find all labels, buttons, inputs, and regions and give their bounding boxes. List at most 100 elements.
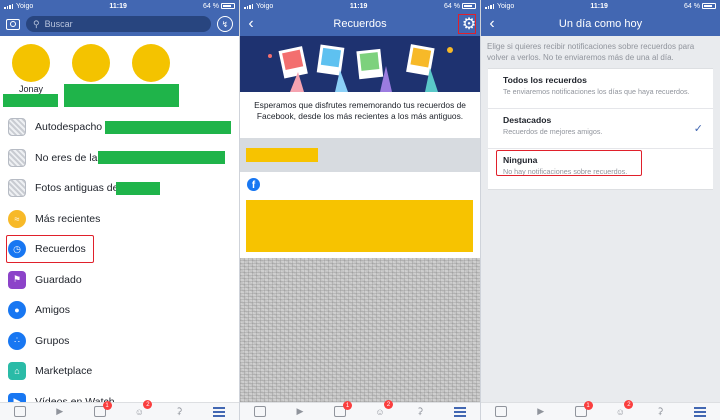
avatar[interactable]: [132, 44, 170, 82]
battery-percent: 64 %: [684, 2, 700, 10]
notification-settings-screen: Yoigo 11:19 64 % ‹ Un día como hoy Elige…: [481, 0, 720, 420]
thumbnail-icon: [8, 179, 26, 198]
battery-icon: [221, 3, 235, 9]
clock: 11:19: [349, 2, 368, 10]
groups-tab[interactable]: ☺ 2: [133, 400, 153, 417]
tab-bar: ▶ 1 ☺ 2 ⚳: [481, 400, 720, 420]
option-destacados[interactable]: Destacados Recuerdos de mejores amigos. …: [488, 109, 713, 149]
tab-bar: ▶ 1 ☺ 2 ⚳: [240, 400, 480, 420]
menu-item-guardado[interactable]: ⚑ Guardado: [0, 265, 239, 296]
option-title: Todos los recuerdos: [503, 75, 587, 85]
news-feed-tab[interactable]: [254, 406, 266, 417]
highlight-box: [458, 14, 476, 34]
menu-icon[interactable]: [454, 406, 466, 417]
menu-icon[interactable]: [694, 406, 707, 417]
bell-icon[interactable]: ⚳: [654, 406, 666, 417]
screenshot-collage: Yoigo 11:19 64 % ⚲ Buscar ↯ Jonay Autode…: [0, 0, 720, 420]
search-input[interactable]: ⚲ Buscar: [26, 16, 211, 32]
back-icon[interactable]: ‹: [240, 12, 262, 36]
status-bar: Yoigo 11:19 64 %: [481, 0, 720, 12]
friends-icon: ●: [8, 301, 26, 320]
redacted-block: [116, 181, 160, 195]
menu-item-fotos-antiguas[interactable]: Fotos antiguas de: [0, 173, 239, 204]
battery-icon: [702, 3, 716, 9]
menu-item-mas-recientes[interactable]: ≈ Más recientes: [0, 204, 239, 235]
memory-photo[interactable]: [240, 258, 480, 402]
messenger-icon[interactable]: ↯: [217, 16, 233, 32]
status-bar: Yoigo 11:19 64 %: [240, 0, 480, 12]
avatar[interactable]: [12, 44, 50, 82]
menu-item-amigos[interactable]: ● Amigos: [0, 295, 239, 326]
carrier-label: Yoigo: [497, 2, 515, 10]
friend-name: Jonay: [19, 84, 44, 94]
page-title: Un día como hoy: [558, 18, 643, 30]
signal-icon: [4, 3, 13, 9]
marketplace-tab[interactable]: 1: [334, 401, 352, 417]
notification-badge: 2: [143, 400, 153, 409]
settings-description: Elige si quieres recibir notificaciones …: [487, 42, 695, 62]
camera-icon[interactable]: [6, 18, 20, 30]
checkmark-icon: ✓: [693, 123, 703, 135]
marketplace-tab[interactable]: 1: [574, 401, 593, 417]
notification-badge: 1: [102, 401, 112, 410]
clock: 11:19: [109, 2, 127, 10]
carrier-label: Yoigo: [16, 2, 34, 10]
signal-icon: [244, 3, 253, 9]
intro-text: Esperamos que disfrutes rememorando tus …: [240, 92, 480, 138]
menu-screen: Yoigo 11:19 64 % ⚲ Buscar ↯ Jonay Autode…: [0, 0, 239, 420]
bell-icon[interactable]: ⚳: [173, 406, 185, 417]
highlight-box: [6, 235, 94, 263]
top-bar: ⚲ Buscar ↯: [0, 12, 239, 36]
menu-item-marketplace[interactable]: ⌂ Marketplace: [0, 356, 239, 387]
memories-screen: Yoigo 11:19 64 % ‹ Recuerdos ⚙ Esperamos…: [240, 0, 480, 420]
news-feed-tab[interactable]: [13, 406, 26, 417]
top-bar: ‹ Recuerdos ⚙: [240, 12, 480, 36]
news-feed-tab[interactable]: [494, 406, 507, 417]
page-title: Recuerdos: [333, 18, 387, 30]
groups-tab[interactable]: ☺ 2: [374, 400, 393, 417]
status-bar: Yoigo 11:19 64 %: [0, 0, 239, 12]
notification-badge: 2: [624, 400, 634, 409]
redacted-block: [3, 94, 58, 107]
search-icon: ⚲: [33, 18, 40, 29]
notification-badge: 2: [384, 400, 393, 409]
memories-illustration: [240, 36, 480, 92]
rss-icon: ≈: [8, 209, 26, 228]
watch-tab[interactable]: ▶: [535, 406, 547, 417]
thumbnail-icon: [8, 118, 26, 137]
clock: 11:19: [590, 2, 608, 10]
signal-icon: [485, 3, 494, 9]
watch-tab[interactable]: ▶: [294, 406, 306, 417]
option-title: Destacados: [503, 115, 552, 125]
search-placeholder: Buscar: [44, 19, 73, 29]
redacted-block: [64, 84, 179, 107]
redacted-block: [98, 151, 225, 165]
watch-tab[interactable]: ▶: [54, 406, 66, 417]
menu-item-grupos[interactable]: ∴ Grupos: [0, 326, 239, 357]
marketplace-tab[interactable]: 1: [93, 401, 112, 417]
menu-item-autodespacho[interactable]: Autodespacho: [0, 112, 239, 143]
groups-tab[interactable]: ☺ 2: [614, 400, 634, 417]
bookmark-icon: ⚑: [8, 270, 26, 289]
groups-icon: ∴: [8, 331, 26, 350]
option-description: Te enviaremos notificaciones los días qu…: [503, 87, 690, 96]
menu-item-no-eres[interactable]: No eres de la: [0, 143, 239, 174]
option-description: Recuerdos de mejores amigos.: [503, 127, 603, 136]
shortcut-menu: Autodespacho No eres de la Fotos antigua…: [0, 112, 239, 417]
carrier-label: Yoigo: [256, 2, 274, 10]
highlight-box: [496, 150, 642, 176]
top-bar: ‹ Un día como hoy: [481, 12, 720, 36]
bell-icon[interactable]: ⚳: [414, 406, 426, 417]
facebook-logo-icon: f: [247, 178, 260, 191]
battery-icon: [462, 3, 476, 9]
tab-bar: ▶ 1 ☺ 2 ⚳: [0, 400, 239, 420]
friends-strip: Jonay: [0, 36, 239, 112]
avatar[interactable]: [72, 44, 110, 82]
shop-icon: ⌂: [8, 362, 26, 381]
redacted-block: [246, 148, 318, 162]
menu-icon[interactable]: [213, 406, 226, 417]
option-todos[interactable]: Todos los recuerdos Te enviaremos notifi…: [488, 69, 713, 109]
notification-badge: 1: [343, 401, 352, 410]
redacted-block: [246, 200, 473, 252]
back-icon[interactable]: ‹: [481, 12, 503, 36]
